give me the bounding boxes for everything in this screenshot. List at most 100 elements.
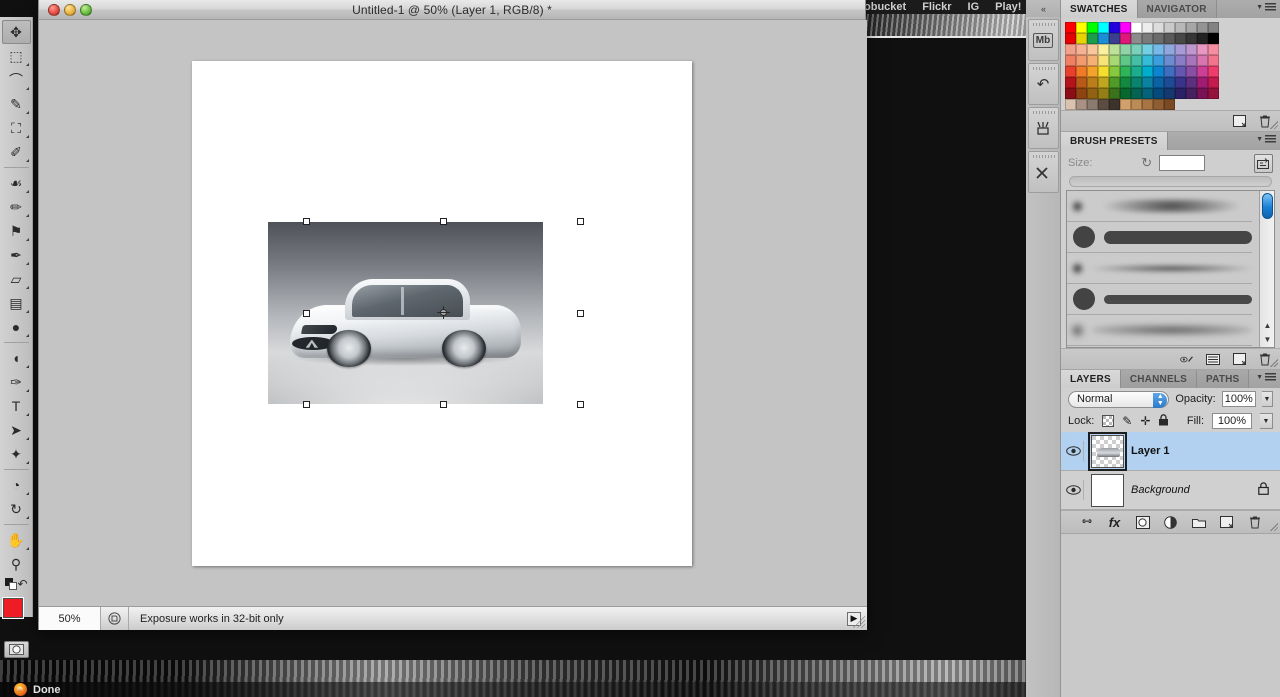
layer-list[interactable]: Layer 1 Background	[1061, 431, 1280, 510]
swatches-panel-menu-icon[interactable]: ▼	[1256, 3, 1276, 12]
panel-resize-grip[interactable]	[1269, 120, 1278, 129]
transform-handle-bottom-center[interactable]	[440, 401, 447, 408]
swatch-29[interactable]	[1076, 44, 1087, 55]
layer-thumbnail[interactable]	[1088, 431, 1127, 471]
swatch-107[interactable]	[1164, 99, 1175, 110]
swatch-65[interactable]	[1164, 66, 1175, 77]
swatch-43[interactable]	[1076, 55, 1087, 66]
swatch-31[interactable]	[1098, 44, 1109, 55]
swatch-8[interactable]	[1153, 22, 1164, 33]
layer-visibility-eye-icon[interactable]	[1064, 480, 1084, 500]
opacity-dropdown-arrow[interactable]: ▼	[1261, 391, 1273, 407]
layer-visibility-eye-icon[interactable]	[1064, 441, 1084, 461]
mini-bridge-panel-button[interactable]: Mb	[1027, 19, 1059, 61]
fill-dropdown-arrow[interactable]: ▼	[1260, 413, 1273, 429]
swatch-27[interactable]	[1208, 33, 1219, 44]
bookmark-photobucket[interactable]: obucket	[864, 1, 906, 13]
swatch-98[interactable]	[1065, 99, 1076, 110]
layer-thumbnail[interactable]	[1091, 473, 1124, 507]
swatch-67[interactable]	[1186, 66, 1197, 77]
swatch-93[interactable]	[1164, 88, 1175, 99]
eraser-tool[interactable]: ▱	[2, 267, 31, 291]
panel-resize-grip[interactable]	[1269, 522, 1278, 531]
swatch-77[interactable]	[1142, 77, 1153, 88]
swatch-85[interactable]	[1076, 88, 1087, 99]
lasso-tool[interactable]: ⌒	[2, 68, 31, 92]
brush-preset-item[interactable]	[1067, 284, 1252, 315]
swatch-grid[interactable]	[1061, 18, 1280, 110]
layer-mask-icon[interactable]	[1135, 515, 1150, 529]
swatch-14[interactable]	[1065, 33, 1076, 44]
opacity-value[interactable]: 100%	[1221, 391, 1256, 407]
eyedropper-tool[interactable]: ✐	[2, 140, 31, 164]
quick-selection-tool[interactable]: ✎	[2, 92, 31, 116]
history-brush-tool[interactable]: ✒	[2, 243, 31, 267]
swatch-9[interactable]	[1164, 22, 1175, 33]
tools-panel-button[interactable]	[1027, 151, 1059, 193]
history-panel-button[interactable]: ↶	[1027, 63, 1059, 105]
scroll-up-arrow[interactable]: ▲	[1261, 318, 1274, 332]
swatch-84[interactable]	[1065, 88, 1076, 99]
swatch-38[interactable]	[1175, 44, 1186, 55]
swatch-4[interactable]	[1109, 22, 1120, 33]
collapsed-panel-rail[interactable]: « Mb ↶	[1026, 0, 1061, 697]
transform-handle-top-right[interactable]	[577, 218, 584, 225]
transform-handle-middle-right[interactable]	[577, 310, 584, 317]
swatch-52[interactable]	[1175, 55, 1186, 66]
pen-tool[interactable]: ✑	[2, 370, 31, 394]
swatch-96[interactable]	[1197, 88, 1208, 99]
clone-stamp-tool[interactable]: ⚑	[2, 219, 31, 243]
minimize-button[interactable]	[64, 4, 76, 16]
tab-swatches[interactable]: SWATCHES	[1061, 0, 1138, 18]
swatch-0[interactable]	[1065, 22, 1076, 33]
swatch-35[interactable]	[1142, 44, 1153, 55]
swatch-74[interactable]	[1109, 77, 1120, 88]
blend-mode-select[interactable]: Normal ▲ ▼	[1068, 390, 1170, 408]
layers-panel-menu-icon[interactable]: ▼	[1256, 373, 1276, 382]
window-resize-grip[interactable]	[852, 615, 865, 628]
swatch-41[interactable]	[1208, 44, 1219, 55]
lock-image-pixels-icon[interactable]: ✎	[1122, 414, 1132, 428]
swatch-25[interactable]	[1186, 33, 1197, 44]
swatch-5[interactable]	[1120, 22, 1131, 33]
toggle-brush-preview-icon[interactable]	[1180, 352, 1194, 366]
brush-list-scrollbar[interactable]: ▲ ▼	[1259, 191, 1274, 347]
transform-handle-bottom-left[interactable]	[303, 401, 310, 408]
new-layer-icon[interactable]	[1220, 515, 1234, 529]
scrollbar-thumb[interactable]	[1262, 193, 1273, 219]
zoom-button[interactable]	[80, 4, 92, 16]
swatch-73[interactable]	[1098, 77, 1109, 88]
lock-transparent-pixels-icon[interactable]	[1102, 415, 1115, 427]
tab-brush-presets[interactable]: BRUSH PRESETS	[1061, 132, 1168, 150]
bookmark-play[interactable]: Play!	[995, 1, 1021, 13]
swatch-60[interactable]	[1109, 66, 1120, 77]
brush-tool[interactable]: ✏	[2, 195, 31, 219]
new-swatch-icon[interactable]	[1232, 114, 1246, 128]
brush-size-input[interactable]	[1159, 155, 1206, 171]
swatch-94[interactable]	[1175, 88, 1186, 99]
brush-presets-panel-tabs[interactable]: BRUSH PRESETS ▼	[1061, 132, 1280, 150]
swatch-50[interactable]	[1153, 55, 1164, 66]
brush-size-slider[interactable]	[1069, 176, 1272, 187]
swatch-33[interactable]	[1120, 44, 1131, 55]
lock-all-icon[interactable]	[1158, 413, 1169, 429]
swatch-103[interactable]	[1120, 99, 1131, 110]
tab-paths[interactable]: PATHS	[1197, 370, 1250, 388]
swatch-90[interactable]	[1131, 88, 1142, 99]
swatch-42[interactable]	[1065, 55, 1076, 66]
swatch-2[interactable]	[1087, 22, 1098, 33]
new-group-icon[interactable]	[1191, 515, 1206, 529]
brush-preset-item[interactable]	[1067, 315, 1252, 346]
window-controls[interactable]	[48, 4, 92, 16]
brush-preset-list[interactable]: ▲ ▼	[1066, 190, 1275, 348]
swatch-70[interactable]	[1065, 77, 1076, 88]
swatch-89[interactable]	[1120, 88, 1131, 99]
scroll-down-arrow[interactable]: ▼	[1261, 332, 1274, 346]
swatches-panel-tabs[interactable]: SWATCHES NAVIGATOR ▼	[1061, 0, 1280, 18]
swatch-37[interactable]	[1164, 44, 1175, 55]
tab-channels[interactable]: CHANNELS	[1120, 370, 1198, 388]
zoom-level-field[interactable]: 50%	[39, 607, 101, 630]
swatch-63[interactable]	[1142, 66, 1153, 77]
quick-mask-icon[interactable]	[3, 641, 29, 658]
swatch-101[interactable]	[1098, 99, 1109, 110]
